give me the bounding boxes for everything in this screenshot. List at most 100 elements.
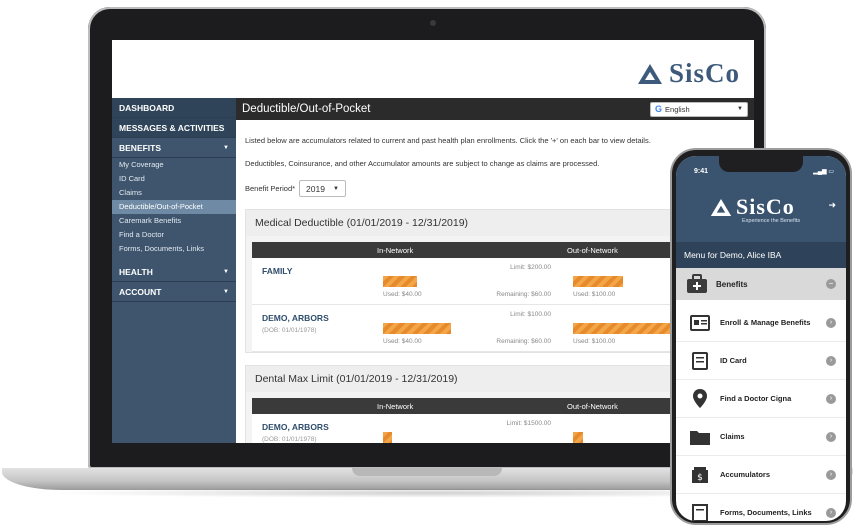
progress-track xyxy=(383,276,553,287)
menu-item-label: ID Card xyxy=(720,356,747,365)
nav-item-deductible[interactable]: Deductible/Out-of-Pocket xyxy=(112,200,236,214)
desktop-screen: SisCo DASHBOARD MESSAGES & ACTIVITIES BE… xyxy=(112,40,754,443)
mobile-menu-accumulators[interactable]: $ Accumulators › xyxy=(676,456,846,494)
nav-item-my-coverage[interactable]: My Coverage xyxy=(112,158,236,172)
mobile-menu-id-card[interactable]: ID Card › xyxy=(676,342,846,380)
progress-fill xyxy=(383,276,417,287)
laptop-notch xyxy=(352,468,502,476)
header-out-network: Out-of-Network xyxy=(567,401,618,411)
nav-messages-label: MESSAGES & ACTIVITIES xyxy=(119,122,225,133)
nav-account[interactable]: ACCOUNT ▼ xyxy=(112,282,236,302)
used-text: Used: $40.00 xyxy=(383,291,422,298)
header-out-network: Out-of-Network xyxy=(567,245,618,255)
logout-icon[interactable]: ➜ xyxy=(828,200,836,211)
mobile-tagline: Experience the Benefits xyxy=(742,218,801,224)
progress-fill xyxy=(383,432,392,443)
progress-track xyxy=(573,432,673,443)
chevron-down-icon: ▼ xyxy=(223,144,229,151)
member-name: DEMO, ARBORS xyxy=(262,422,329,432)
menu-item-label: Accumulators xyxy=(720,470,771,479)
mobile-menu-find-doctor[interactable]: Find a Doctor Cigna › xyxy=(676,380,846,418)
mobile-benefits-section[interactable]: Benefits − xyxy=(676,268,846,300)
mobile-benefits-label: Benefits xyxy=(716,279,748,289)
used-text: Used: $100.00 xyxy=(573,338,616,345)
limit-text: Limit: $100.00 xyxy=(510,311,551,318)
chevron-right-icon: › xyxy=(826,355,836,366)
member-cell: DEMO, ARBORS (DOB: 01/01/1978) xyxy=(252,305,373,351)
limit-text: Limit: $1500.00 xyxy=(506,420,551,427)
member-name: DEMO, ARBORS xyxy=(262,313,329,323)
nav-item-claims[interactable]: Claims xyxy=(112,186,236,200)
nav-item-caremark[interactable]: Caremark Benefits xyxy=(112,214,236,228)
chevron-right-icon: › xyxy=(826,393,836,404)
nav-health[interactable]: HEALTH ▼ xyxy=(112,262,236,282)
progress-track xyxy=(573,323,673,334)
chevron-right-icon: › xyxy=(826,317,836,328)
header-in-network: In-Network xyxy=(377,245,414,255)
id-badge-icon xyxy=(690,314,710,332)
signal-battery-icon: ▂▄▆ ▭ xyxy=(813,169,834,175)
in-network-accumulator[interactable]: Limit: $200.00 Used: $40.00 Remaining: $… xyxy=(373,258,563,304)
mobile-menu-enroll[interactable]: Enroll & Manage Benefits › xyxy=(676,304,846,342)
mobile-header: 9:41 ▂▄▆ ▭ SisCo Experience the Benefits… xyxy=(676,156,846,242)
out-network-accumulator[interactable]: Used: $100.00 xyxy=(563,258,683,304)
progress-fill xyxy=(573,323,673,334)
remaining-text: Remaining: $60.00 xyxy=(496,291,551,298)
in-network-accumulator[interactable]: Limit: $1500.00 xyxy=(373,414,563,443)
nav-item-find-doctor[interactable]: Find a Doctor xyxy=(112,228,236,242)
nav-account-label: ACCOUNT xyxy=(119,286,162,297)
folder-icon xyxy=(690,428,710,446)
svg-text:$: $ xyxy=(697,473,703,483)
member-name: FAMILY xyxy=(262,266,293,276)
collapse-icon[interactable]: − xyxy=(826,279,836,289)
sidebar-nav: DASHBOARD MESSAGES & ACTIVITIES BENEFITS… xyxy=(112,98,236,443)
money-icon: $ xyxy=(690,466,710,484)
nav-benefits[interactable]: BENEFITS ▼ xyxy=(112,138,236,158)
status-time: 9:41 xyxy=(694,168,709,175)
site-header: SisCo xyxy=(112,40,754,98)
out-network-accumulator[interactable] xyxy=(563,414,683,443)
sisco-logo-icon xyxy=(710,198,732,216)
remaining-text: Remaining: $60.00 xyxy=(496,338,551,345)
sisco-logo[interactable]: SisCo xyxy=(637,58,740,89)
nav-item-id-card[interactable]: ID Card xyxy=(112,172,236,186)
language-select[interactable]: G English ▼ xyxy=(650,101,748,117)
benefit-period-label: Benefit Period* xyxy=(245,184,296,193)
progress-fill xyxy=(383,323,451,334)
progress-track xyxy=(383,323,553,334)
menu-item-label: Claims xyxy=(720,432,745,441)
menu-item-label: Enroll & Manage Benefits xyxy=(720,318,811,327)
used-text: Used: $100.00 xyxy=(573,291,616,298)
used-text: Used: $40.00 xyxy=(383,338,422,345)
member-dob: (DOB: 01/01/1978) xyxy=(262,327,317,334)
progress-fill xyxy=(573,432,583,443)
chevron-down-icon: ▼ xyxy=(223,268,229,275)
language-value: English xyxy=(665,104,690,114)
mobile-menu-claims[interactable]: Claims › xyxy=(676,418,846,456)
sisco-logo-icon xyxy=(637,63,662,84)
menu-item-label: Find a Doctor Cigna xyxy=(720,394,792,403)
header-in-network: In-Network xyxy=(377,401,414,411)
nav-health-label: HEALTH xyxy=(119,266,153,277)
mobile-logo-text: SisCo xyxy=(736,194,795,219)
member-dob: (DOB: 01/01/1978) xyxy=(262,436,317,443)
limit-text: Limit: $200.00 xyxy=(510,264,551,271)
benefit-period-select[interactable]: 2019 ▼ xyxy=(299,180,346,197)
nav-dashboard[interactable]: DASHBOARD xyxy=(112,98,236,118)
nav-item-forms[interactable]: Forms, Documents, Links xyxy=(112,242,236,256)
progress-track xyxy=(573,276,673,287)
out-network-accumulator[interactable]: Used: $100.00 xyxy=(563,305,683,351)
page-title: Deductible/Out-of-Pocket xyxy=(242,103,371,115)
page-title-bar: Deductible/Out-of-Pocket G English ▼ xyxy=(236,98,754,120)
laptop-camera xyxy=(430,20,436,26)
nav-benefits-label: BENEFITS xyxy=(119,142,162,153)
google-icon: G xyxy=(655,104,663,114)
chevron-down-icon: ▼ xyxy=(332,185,339,192)
medical-bag-icon xyxy=(687,274,707,293)
member-cell: FAMILY xyxy=(252,258,373,304)
in-network-accumulator[interactable]: Limit: $100.00 Used: $40.00 Remaining: $… xyxy=(373,305,563,351)
nav-messages[interactable]: MESSAGES & ACTIVITIES xyxy=(112,118,236,138)
menu-item-label: Forms, Documents, Links xyxy=(720,508,812,517)
mobile-screen: 9:41 ▂▄▆ ▭ SisCo Experience the Benefits… xyxy=(676,156,846,521)
mobile-menu-forms[interactable]: Forms, Documents, Links › xyxy=(676,494,846,521)
